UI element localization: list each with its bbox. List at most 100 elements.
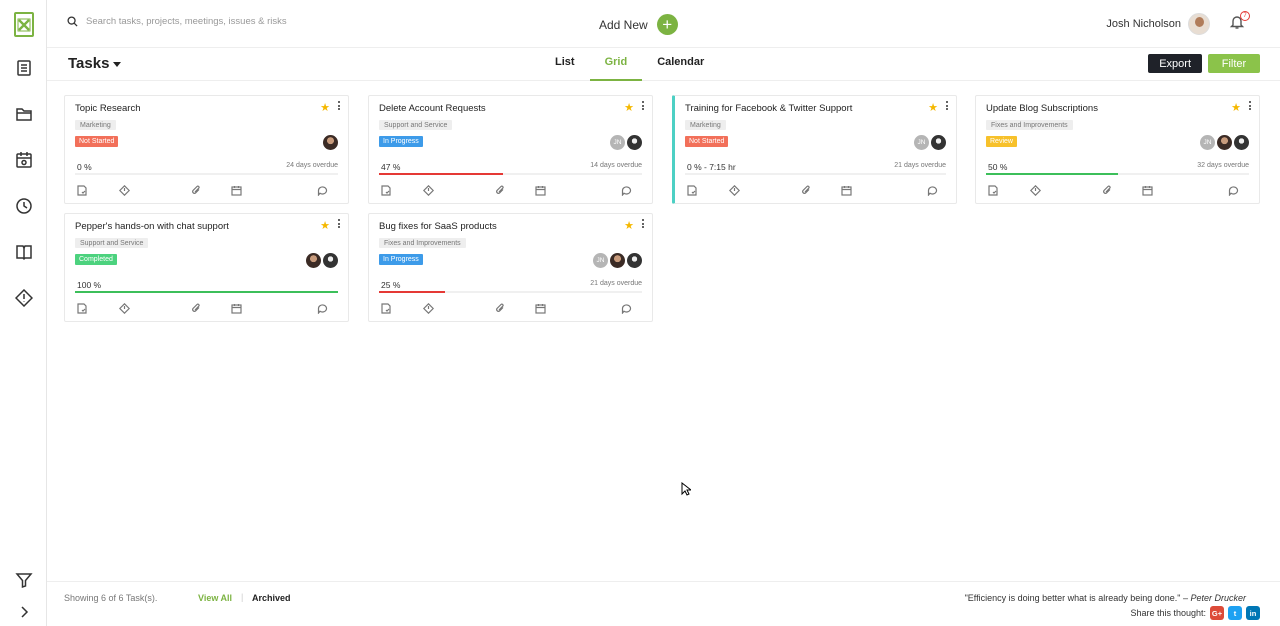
- status-badge[interactable]: Completed: [75, 254, 117, 265]
- attachment-icon[interactable]: [801, 183, 813, 195]
- tasks-nav-icon[interactable]: [12, 56, 36, 80]
- comment-icon[interactable]: [621, 301, 633, 315]
- expand-chevron-right-icon[interactable]: [12, 600, 36, 624]
- assignee-avatar[interactable]: [323, 135, 338, 150]
- attachment-icon[interactable]: [191, 183, 203, 195]
- priority-icon[interactable]: [728, 183, 741, 197]
- add-new-button[interactable]: Add New +: [599, 14, 678, 35]
- assignee-avatar[interactable]: JN: [593, 253, 608, 268]
- progress-label: 100 %: [77, 280, 102, 290]
- meetings-calendar-icon[interactable]: [12, 148, 36, 172]
- tab-calendar[interactable]: Calendar: [642, 48, 719, 81]
- more-options-icon[interactable]: [338, 101, 342, 112]
- favorite-star-icon[interactable]: ★: [320, 101, 330, 114]
- favorite-star-icon[interactable]: ★: [1231, 101, 1241, 114]
- attachment-icon[interactable]: [495, 183, 507, 195]
- assignee-avatar[interactable]: [610, 253, 625, 268]
- more-options-icon[interactable]: [642, 101, 646, 112]
- archived-link[interactable]: Archived: [252, 593, 291, 603]
- assignee-avatar[interactable]: [1217, 135, 1232, 150]
- assignee-avatar[interactable]: [931, 135, 946, 150]
- priority-icon[interactable]: [118, 301, 131, 315]
- priority-icon[interactable]: [422, 301, 435, 315]
- calendar-icon[interactable]: [231, 301, 243, 314]
- assignee-avatar[interactable]: [627, 253, 642, 268]
- timesheet-clock-icon[interactable]: [12, 194, 36, 218]
- notifications-bell-icon[interactable]: 7: [1229, 11, 1250, 32]
- app-logo[interactable]: [14, 12, 34, 37]
- status-badge[interactable]: In Progress: [379, 254, 423, 265]
- filter-funnel-icon[interactable]: [12, 568, 36, 592]
- task-card[interactable]: Topic Research ★ Marketing Not Started 0 % 24…: [64, 95, 349, 204]
- more-options-icon[interactable]: [338, 219, 342, 230]
- quote: "Efficiency is doing better what is alre…: [965, 593, 1246, 603]
- favorite-star-icon[interactable]: ★: [320, 219, 330, 232]
- calendar-icon[interactable]: [231, 183, 243, 196]
- filter-button[interactable]: Filter: [1208, 54, 1260, 73]
- attachment-icon[interactable]: [1102, 183, 1114, 195]
- assignee-avatar[interactable]: [323, 253, 338, 268]
- task-card[interactable]: Delete Account Requests ★ Support and Serv…: [368, 95, 653, 204]
- comment-icon[interactable]: [317, 301, 329, 315]
- calendar-icon[interactable]: [535, 301, 547, 314]
- status-badge[interactable]: Review: [986, 136, 1017, 147]
- favorite-star-icon[interactable]: ★: [624, 101, 634, 114]
- calendar-icon[interactable]: [535, 183, 547, 196]
- assignee-avatar[interactable]: [306, 253, 321, 268]
- view-all-link[interactable]: View All: [198, 593, 232, 603]
- calendar-icon[interactable]: [1142, 183, 1154, 196]
- export-button[interactable]: Export: [1148, 54, 1202, 73]
- status-badge[interactable]: Not Started: [685, 136, 729, 147]
- subtask-icon[interactable]: [77, 183, 89, 196]
- assignee-avatar[interactable]: [1234, 135, 1249, 150]
- assignee-avatar[interactable]: [627, 135, 642, 150]
- assignee-avatar[interactable]: JN: [610, 135, 625, 150]
- tab-grid[interactable]: Grid: [589, 48, 643, 81]
- status-badge[interactable]: In Progress: [379, 136, 423, 147]
- more-options-icon[interactable]: [1249, 101, 1253, 112]
- attachment-icon[interactable]: [191, 301, 203, 313]
- task-title[interactable]: Pepper's hands-on with chat support: [75, 221, 229, 232]
- more-options-icon[interactable]: [642, 219, 646, 230]
- subtask-icon[interactable]: [381, 301, 393, 314]
- tab-list[interactable]: List: [540, 48, 590, 81]
- calendar-icon[interactable]: [841, 183, 853, 196]
- issues-book-icon[interactable]: [12, 240, 36, 264]
- favorite-star-icon[interactable]: ★: [624, 219, 634, 232]
- user-menu[interactable]: Josh Nicholson: [1106, 13, 1210, 35]
- subtask-icon[interactable]: [381, 183, 393, 196]
- assignee-avatar[interactable]: JN: [1200, 135, 1215, 150]
- more-options-icon[interactable]: [946, 101, 950, 112]
- risks-warning-icon[interactable]: [12, 286, 36, 310]
- favorite-star-icon[interactable]: ★: [928, 101, 938, 114]
- status-badge[interactable]: Not Started: [75, 136, 119, 147]
- twitter-icon[interactable]: t: [1228, 606, 1242, 620]
- page-title-dropdown[interactable]: Tasks: [68, 55, 122, 72]
- task-title[interactable]: Training for Facebook & Twitter Support: [685, 103, 852, 114]
- overdue-label: 24 days overdue: [286, 162, 338, 169]
- comment-icon[interactable]: [1228, 183, 1240, 197]
- subtask-icon[interactable]: [77, 301, 89, 314]
- search-input[interactable]: [86, 16, 366, 27]
- priority-icon[interactable]: [118, 183, 131, 197]
- task-card[interactable]: Bug fixes for SaaS products ★ Fixes and Im…: [368, 213, 653, 322]
- task-card[interactable]: Update Blog Subscriptions ★ Fixes and Impr…: [975, 95, 1260, 204]
- task-card[interactable]: Pepper's hands-on with chat support ★ Supp…: [64, 213, 349, 322]
- task-title[interactable]: Topic Research: [75, 103, 140, 114]
- priority-icon[interactable]: [422, 183, 435, 197]
- google-plus-icon[interactable]: G+: [1210, 606, 1224, 620]
- subtask-icon[interactable]: [687, 183, 699, 196]
- comment-icon[interactable]: [927, 183, 939, 197]
- projects-folder-icon[interactable]: [12, 102, 36, 126]
- task-title[interactable]: Delete Account Requests: [379, 103, 486, 114]
- comment-icon[interactable]: [621, 183, 633, 197]
- comment-icon[interactable]: [317, 183, 329, 197]
- task-card[interactable]: Training for Facebook & Twitter Support ★…: [672, 95, 957, 204]
- task-title[interactable]: Update Blog Subscriptions: [986, 103, 1098, 114]
- priority-icon[interactable]: [1029, 183, 1042, 197]
- subtask-icon[interactable]: [988, 183, 1000, 196]
- linkedin-icon[interactable]: in: [1246, 606, 1260, 620]
- attachment-icon[interactable]: [495, 301, 507, 313]
- assignee-avatar[interactable]: JN: [914, 135, 929, 150]
- task-title[interactable]: Bug fixes for SaaS products: [379, 221, 497, 232]
